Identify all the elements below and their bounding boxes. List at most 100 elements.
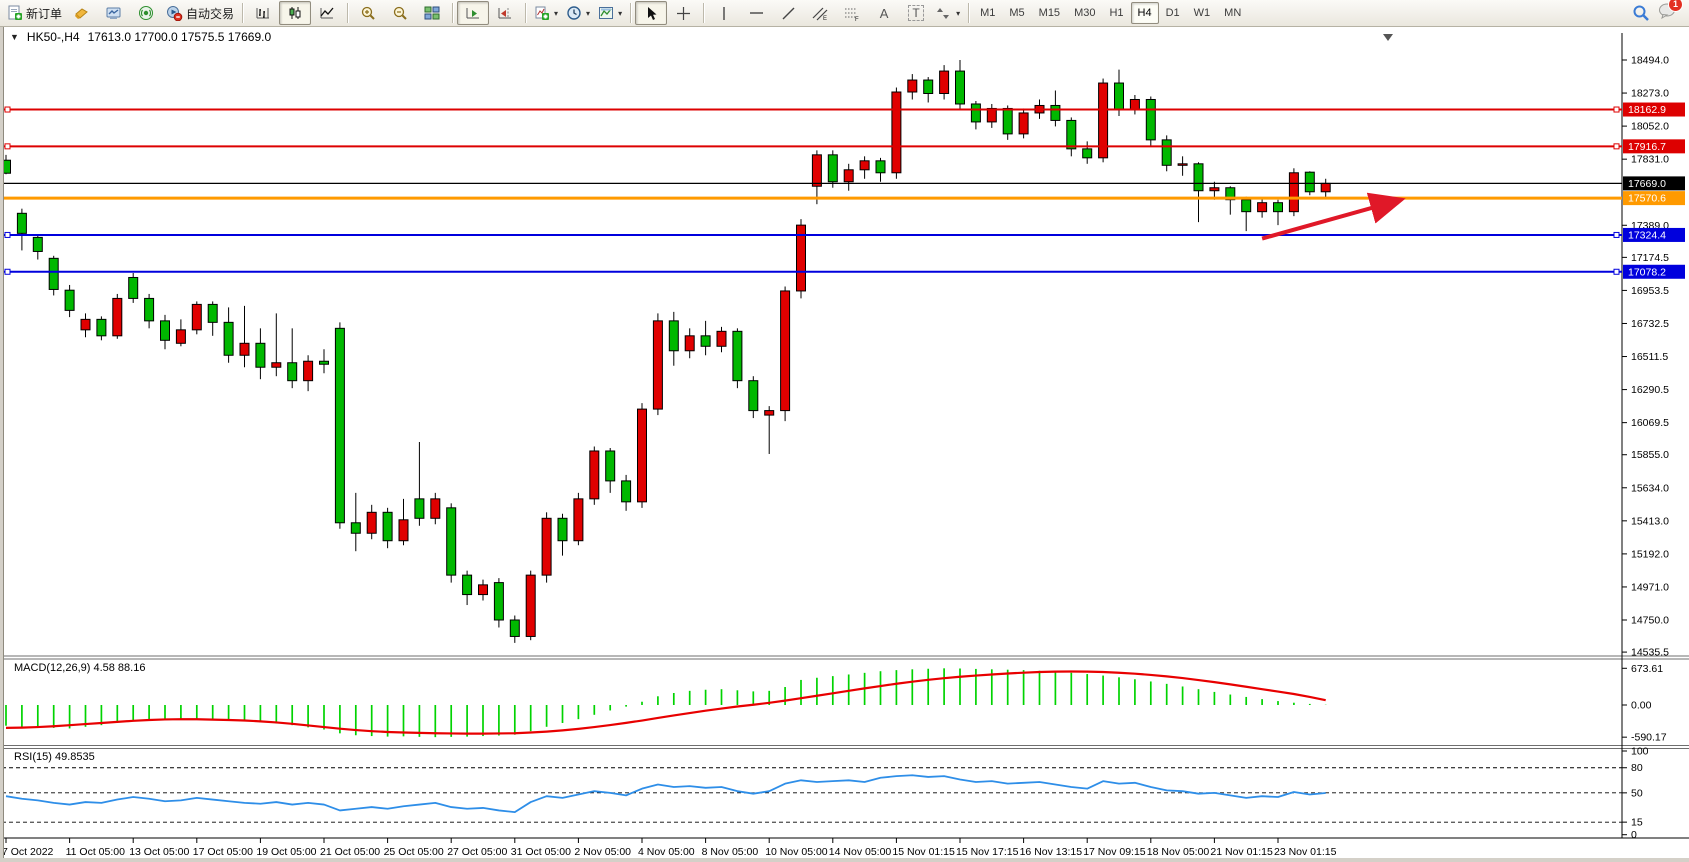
svg-text:18162.9: 18162.9 bbox=[1628, 104, 1666, 116]
svg-text:23 Nov 01:15: 23 Nov 01:15 bbox=[1274, 846, 1337, 858]
macd-indicator-label: MACD(12,26,9) 4.58 88.16 bbox=[14, 662, 145, 674]
label-tool-icon: T bbox=[908, 5, 923, 21]
zoom-in-button[interactable] bbox=[352, 1, 384, 25]
chart-shift-button[interactable] bbox=[489, 1, 521, 25]
separator bbox=[703, 3, 704, 23]
svg-text:15: 15 bbox=[1631, 817, 1643, 829]
svg-text:17 Oct 05:00: 17 Oct 05:00 bbox=[193, 846, 253, 858]
hline-handle[interactable] bbox=[1614, 269, 1619, 274]
candlestick-chart-icon bbox=[287, 5, 303, 21]
timeframe-button-m30[interactable]: M30 bbox=[1067, 2, 1102, 24]
chevron-down-icon: ▾ bbox=[956, 9, 960, 18]
svg-text:27 Oct 05:00: 27 Oct 05:00 bbox=[447, 846, 507, 858]
separator bbox=[630, 3, 631, 23]
svg-text:0.00: 0.00 bbox=[1631, 700, 1652, 712]
vertical-line-tool-button[interactable] bbox=[708, 1, 740, 25]
svg-text:15 Nov 17:15: 15 Nov 17:15 bbox=[956, 846, 1019, 858]
vertical-line-icon bbox=[717, 6, 731, 21]
crosshair-button[interactable] bbox=[667, 1, 699, 25]
svg-text:14971.0: 14971.0 bbox=[1631, 581, 1669, 593]
svg-text:13 Oct 05:00: 13 Oct 05:00 bbox=[129, 846, 189, 858]
label-tool-button[interactable]: T bbox=[900, 1, 932, 25]
svg-text:14750.0: 14750.0 bbox=[1631, 615, 1669, 627]
new-order-icon bbox=[7, 5, 23, 21]
svg-text:4 Nov 05:00: 4 Nov 05:00 bbox=[638, 846, 695, 858]
hline-handle[interactable] bbox=[1614, 144, 1619, 149]
templates-button[interactable]: ▾ bbox=[594, 1, 626, 25]
chevron-down-icon: ▾ bbox=[554, 9, 558, 18]
notification-badge: 1 bbox=[1668, 0, 1683, 12]
notifications-button[interactable]: 1 bbox=[1658, 2, 1676, 24]
chart-canvas[interactable]: 18494.018273.018052.017831.017389.017174… bbox=[0, 0, 1689, 862]
window-bottom-border bbox=[0, 858, 1689, 862]
svg-text:15192.0: 15192.0 bbox=[1631, 548, 1669, 560]
toolbar-right: 1 bbox=[1632, 2, 1686, 24]
hline-handle[interactable] bbox=[5, 144, 10, 149]
timeframe-button-h1[interactable]: H1 bbox=[1102, 2, 1130, 24]
svg-text:17078.2: 17078.2 bbox=[1628, 266, 1666, 278]
timeframe-button-mn[interactable]: MN bbox=[1217, 2, 1248, 24]
market-watch-icon bbox=[106, 5, 122, 21]
separator bbox=[242, 3, 243, 23]
fibonacci-tool-button[interactable]: F bbox=[836, 1, 868, 25]
zoom-out-button[interactable] bbox=[384, 1, 416, 25]
market-watch-button[interactable] bbox=[98, 1, 130, 25]
signals-button[interactable] bbox=[130, 1, 162, 25]
channel-tool-button[interactable]: E bbox=[804, 1, 836, 25]
clock-icon bbox=[566, 5, 582, 21]
arrows-tool-button[interactable]: ▾ bbox=[932, 1, 964, 25]
alerts-button[interactable] bbox=[66, 1, 98, 25]
svg-text:15 Nov 01:15: 15 Nov 01:15 bbox=[892, 846, 955, 858]
equidistant-channel-icon: E bbox=[812, 6, 828, 21]
separator bbox=[452, 3, 453, 23]
text-tool-button[interactable]: A bbox=[868, 1, 900, 25]
timeframe-group: M1M5M15M30H1H4D1W1MN bbox=[973, 2, 1248, 24]
tile-windows-button[interactable] bbox=[416, 1, 448, 25]
timeframe-button-m1[interactable]: M1 bbox=[973, 2, 1002, 24]
line-chart-button[interactable] bbox=[311, 1, 343, 25]
timeframe-button-m15[interactable]: M15 bbox=[1032, 2, 1067, 24]
timeframe-button-w1[interactable]: W1 bbox=[1187, 2, 1218, 24]
hline-handle[interactable] bbox=[1614, 232, 1619, 237]
timeframe-button-h4[interactable]: H4 bbox=[1131, 2, 1159, 24]
horizontal-line-tool-button[interactable] bbox=[740, 1, 772, 25]
chart-header: ▼ HK50-,H4 17613.0 17700.0 17575.5 17669… bbox=[10, 30, 271, 44]
timeframe-button-d1[interactable]: D1 bbox=[1159, 2, 1187, 24]
hline-handle[interactable] bbox=[5, 107, 10, 112]
cursor-button[interactable] bbox=[635, 1, 667, 25]
hline-handle[interactable] bbox=[1614, 107, 1619, 112]
separator bbox=[968, 3, 969, 23]
search-icon[interactable] bbox=[1632, 4, 1650, 22]
arrow-shapes-icon bbox=[936, 6, 952, 21]
hline-handle[interactable] bbox=[5, 269, 10, 274]
window-left-border bbox=[0, 27, 4, 862]
svg-text:16069.5: 16069.5 bbox=[1631, 417, 1669, 429]
collapse-one-click-icon[interactable]: ▼ bbox=[10, 32, 19, 42]
timeframe-button-m5[interactable]: M5 bbox=[1002, 2, 1031, 24]
svg-text:F: F bbox=[855, 17, 859, 21]
zoom-in-icon bbox=[360, 5, 377, 22]
chart-ohlc-values: 17613.0 17700.0 17575.5 17669.0 bbox=[88, 30, 272, 44]
cursor-icon bbox=[644, 6, 659, 21]
svg-text:17669.0: 17669.0 bbox=[1628, 178, 1666, 190]
trendline-tool-button[interactable] bbox=[772, 1, 804, 25]
text-tool-icon: A bbox=[880, 6, 889, 21]
periods-button[interactable]: ▾ bbox=[562, 1, 594, 25]
autotrading-icon bbox=[166, 5, 183, 21]
svg-text:17 Nov 09:15: 17 Nov 09:15 bbox=[1083, 846, 1146, 858]
separator bbox=[525, 3, 526, 23]
main-toolbar: 新订单 自动交易 bbox=[0, 0, 1689, 27]
candlestick-chart-button[interactable] bbox=[279, 1, 311, 25]
new-order-label: 新订单 bbox=[26, 5, 62, 22]
new-order-button[interactable]: 新订单 bbox=[3, 1, 66, 25]
broadcast-icon bbox=[138, 5, 154, 21]
auto-scroll-button[interactable] bbox=[457, 1, 489, 25]
hline-handle[interactable] bbox=[5, 232, 10, 237]
indicators-button[interactable]: ▾ bbox=[530, 1, 562, 25]
indicators-icon bbox=[534, 5, 550, 21]
svg-text:16290.5: 16290.5 bbox=[1631, 384, 1669, 396]
bar-chart-button[interactable] bbox=[247, 1, 279, 25]
autotrading-button[interactable]: 自动交易 bbox=[162, 1, 238, 25]
svg-text:11 Oct 05:00: 11 Oct 05:00 bbox=[66, 846, 126, 858]
svg-text:17324.4: 17324.4 bbox=[1628, 229, 1666, 241]
